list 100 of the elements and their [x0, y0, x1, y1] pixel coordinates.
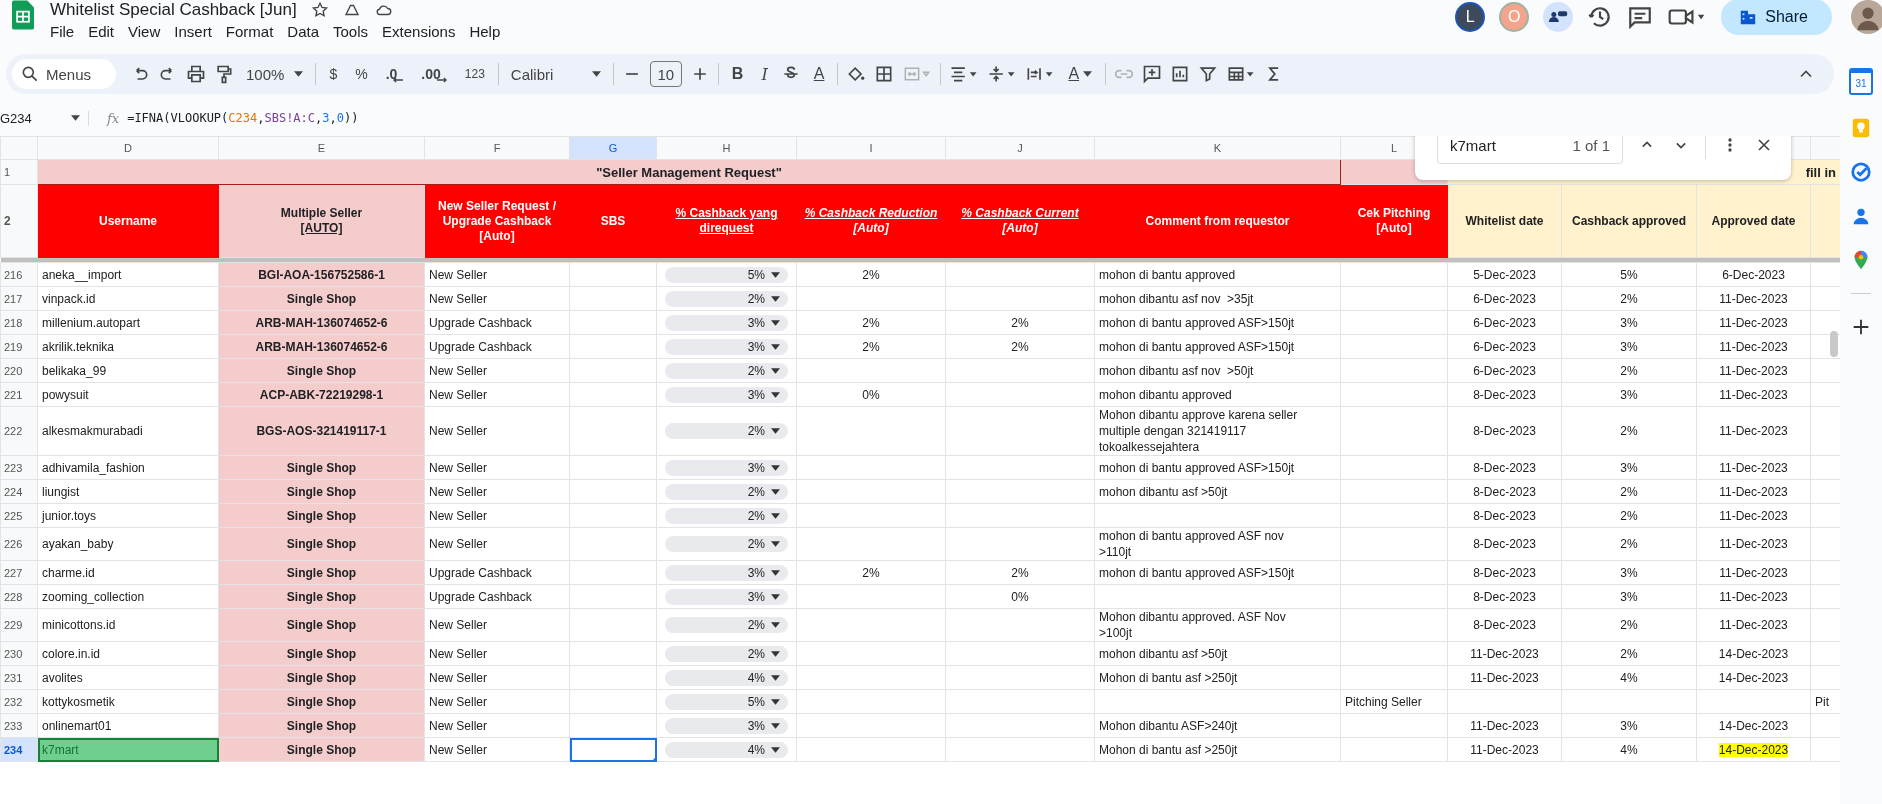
row-number[interactable]: 217 [0, 286, 38, 311]
dropdown-chip[interactable]: 3% [665, 588, 788, 605]
borders-icon[interactable] [874, 64, 895, 84]
find-field[interactable]: k7mart 1 of 1 [1437, 136, 1623, 164]
cell-name-box[interactable]: G234 [0, 110, 89, 126]
row-number[interactable]: 224 [0, 479, 38, 504]
table-cell: 3% [1620, 387, 1638, 402]
row-number[interactable]: 2 [0, 184, 38, 258]
column-header[interactable]: I [796, 136, 946, 160]
add-comment-icon[interactable] [1142, 64, 1163, 84]
row-number[interactable]: 218 [0, 310, 38, 335]
dropdown-chip[interactable]: 2% [665, 423, 788, 439]
caret-icon [771, 343, 780, 350]
text-color-button[interactable]: A [808, 65, 830, 83]
star-icon[interactable] [310, 1, 329, 19]
table-cell: 11-Dec-2023 [1719, 589, 1788, 604]
italic-button[interactable]: I [756, 64, 773, 84]
dropdown-chip[interactable]: 3% [665, 386, 788, 403]
dropdown-chip[interactable]: 3% [665, 459, 788, 476]
font-size-field[interactable]: 10 [649, 61, 682, 87]
table-cell: 14-Dec-2023 [1718, 742, 1789, 757]
column-header[interactable]: H [656, 136, 797, 160]
table-cell: avolites [37, 665, 219, 690]
row-number[interactable]: 221 [0, 382, 38, 407]
menu-item[interactable]: File [43, 20, 82, 42]
chart-icon[interactable] [1170, 64, 1191, 84]
document-title[interactable]: Whitelist Special Cashback [Jun] [50, 0, 297, 20]
dropdown-chip[interactable]: 2% [665, 645, 788, 662]
dropdown-chip[interactable]: 3% [665, 717, 788, 734]
row-number[interactable]: 234 [0, 737, 38, 762]
menu-item[interactable]: Tools [326, 20, 376, 42]
column-header[interactable]: J [945, 136, 1095, 160]
dropdown-chip[interactable]: 3% [665, 564, 788, 581]
scrollbar-thumb[interactable] [1830, 331, 1838, 357]
sheets-logo-icon[interactable] [12, 0, 34, 30]
dropdown-chip[interactable]: 2% [665, 536, 788, 552]
menu-item[interactable]: Help [462, 20, 508, 42]
row-number[interactable]: 225 [0, 503, 38, 528]
currency-button[interactable]: $ [324, 66, 343, 82]
formula-field[interactable]: =IFNA(VLOOKUP(C234,SBS!A:C,3,0)) [127, 111, 1840, 125]
row-number[interactable]: 232 [0, 689, 38, 714]
tasks-icon[interactable] [1850, 161, 1872, 183]
menu-item[interactable]: Format [218, 20, 281, 42]
dropdown-chip[interactable]: 2% [665, 617, 788, 633]
dropdown-chip[interactable]: 5% [665, 266, 788, 283]
dropdown-chip[interactable]: 5% [665, 693, 788, 710]
column-header[interactable]: E [218, 136, 425, 160]
menu-item[interactable]: Edit [81, 20, 122, 42]
zoom-dropdown[interactable]: 100% [242, 65, 308, 83]
row-number[interactable]: 228 [0, 584, 38, 609]
column-header[interactable]: G [569, 136, 657, 160]
table-cell: mohon dibantu asf >50jt [1099, 484, 1228, 499]
dropdown-chip[interactable]: 4% [665, 741, 788, 758]
dropdown-chip[interactable]: 2% [665, 483, 788, 500]
user-avatar-icon[interactable] [1851, 0, 1882, 34]
number-format-button[interactable]: 123 [459, 67, 490, 81]
row-number[interactable]: 223 [0, 455, 38, 480]
filter-icon[interactable] [1198, 64, 1219, 84]
row-number[interactable]: 219 [0, 334, 38, 359]
dropdown-chip[interactable]: 2% [665, 362, 788, 379]
dropdown-chip[interactable]: 2% [665, 290, 788, 307]
row-number[interactable]: 220 [0, 358, 38, 383]
menu-item[interactable]: Insert [167, 20, 219, 42]
row-number[interactable]: 216 [0, 262, 38, 287]
print-icon[interactable] [186, 64, 206, 84]
row-number[interactable]: 1 [0, 159, 38, 185]
menu-item[interactable]: Data [280, 20, 326, 42]
menu-item[interactable]: Extensions [375, 20, 463, 42]
row-number[interactable]: 230 [0, 641, 38, 666]
meet-people-icon[interactable] [1543, 2, 1574, 32]
collaborator-avatar[interactable]: L [1455, 2, 1486, 32]
paint-format-icon[interactable] [214, 64, 234, 84]
table-cell: New Seller [424, 689, 570, 714]
increase-decimal-button[interactable]: .00 [416, 65, 452, 83]
dropdown-chip[interactable]: 4% [665, 669, 788, 686]
menus-search-field[interactable]: Menus [12, 59, 116, 89]
column-header[interactable]: D [37, 136, 219, 160]
row-number[interactable]: 233 [0, 713, 38, 738]
row-number[interactable]: 222 [0, 406, 38, 456]
percent-button[interactable]: % [350, 66, 373, 82]
column-header[interactable]: K [1094, 136, 1341, 160]
dropdown-chip[interactable]: 3% [665, 314, 788, 331]
table-cell: New Seller [424, 406, 570, 456]
column-header[interactable]: F [424, 136, 570, 160]
row-number[interactable]: 231 [0, 665, 38, 690]
text-rotation-button[interactable]: A [1063, 65, 1098, 83]
row-number[interactable]: 227 [0, 560, 38, 585]
comment-icon[interactable] [1627, 4, 1654, 30]
bold-button[interactable]: B [726, 65, 749, 83]
decrease-decimal-button[interactable]: .0 [380, 65, 409, 83]
font-dropdown[interactable]: Calibri [506, 65, 605, 83]
row-number[interactable]: 229 [0, 608, 38, 642]
selected-cell[interactable] [569, 737, 657, 762]
row-number[interactable]: 226 [0, 527, 38, 561]
fill-color-icon[interactable] [846, 64, 867, 84]
dropdown-chip[interactable]: 2% [665, 507, 788, 524]
dropdown-chip[interactable]: 3% [665, 338, 788, 355]
share-button[interactable]: Share [1721, 0, 1832, 35]
menu-item[interactable]: View [121, 20, 168, 42]
calendar-icon[interactable]: 31 [1849, 68, 1873, 95]
